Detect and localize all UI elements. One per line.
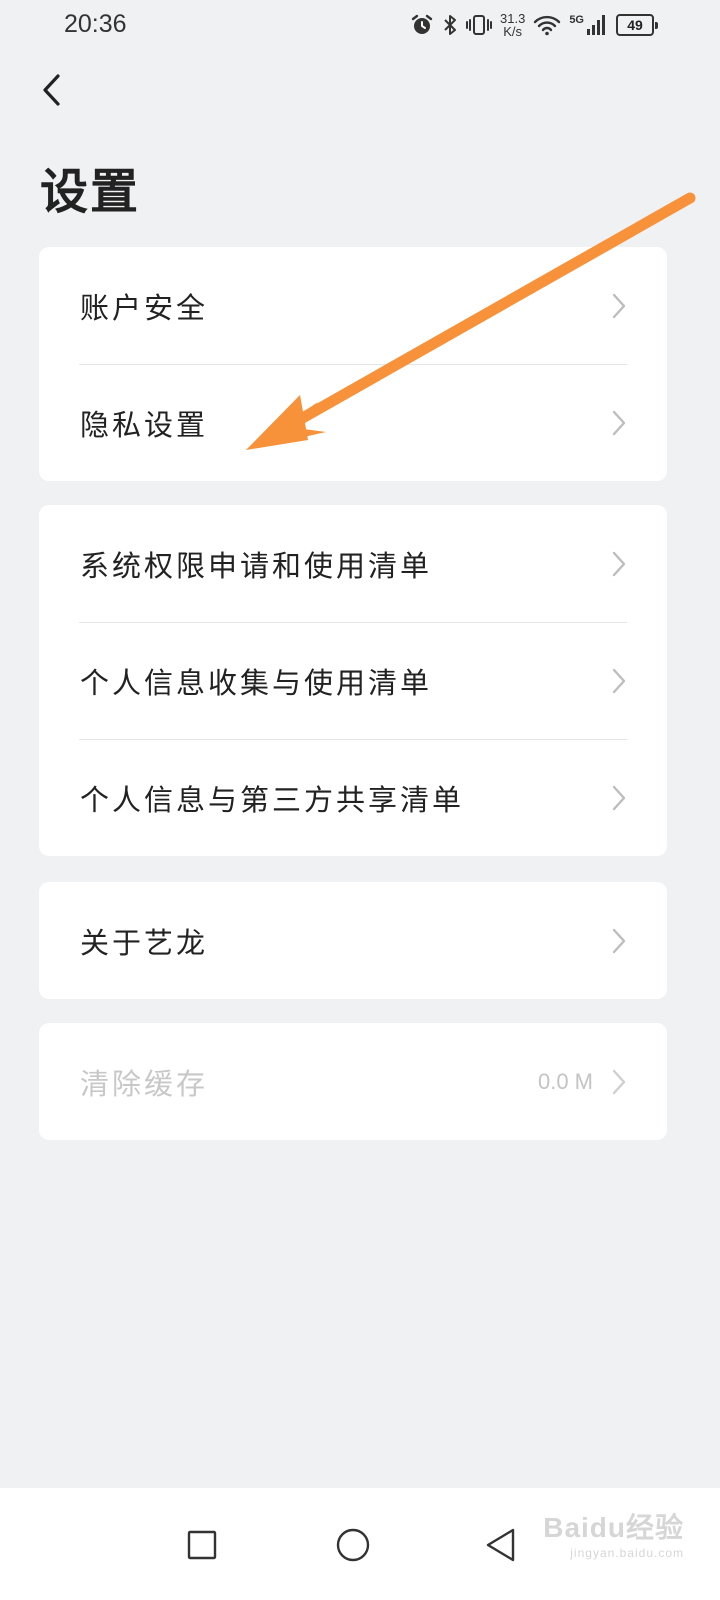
settings-group-account: 账户安全 隐私设置 — [39, 247, 667, 481]
chevron-right-icon — [612, 410, 626, 435]
item-label: 关于艺龙 — [80, 925, 209, 960]
settings-group-lists: 系统权限申请和使用清单 个人信息收集与使用清单 个人信息与第三方共享清单 — [39, 505, 667, 856]
signal-label: 5G — [569, 14, 584, 26]
status-icons: 31.3 K/s 5G 49 — [410, 8, 658, 42]
home-icon — [336, 1528, 370, 1562]
settings-group-about: 关于艺龙 — [39, 882, 667, 999]
battery-icon: 49 — [616, 14, 658, 36]
network-speed: 31.3 K/s — [500, 12, 525, 38]
vibrate-icon — [466, 15, 492, 35]
recent-apps-button[interactable] — [167, 1510, 237, 1580]
settings-screen: 20:36 31.3 K/s 5G 49 设置 账户安全 隐私设置 系统权限申请… — [0, 0, 720, 1600]
chevron-right-icon — [612, 293, 626, 318]
chevron-left-icon — [43, 74, 60, 106]
bluetooth-icon — [444, 15, 456, 35]
item-label: 个人信息与第三方共享清单 — [80, 782, 465, 817]
chevron-right-icon — [612, 785, 626, 810]
third-party-sharing-list-item[interactable]: 个人信息与第三方共享清单 — [39, 739, 667, 856]
about-item[interactable]: 关于艺龙 — [39, 882, 667, 999]
item-label: 清除缓存 — [80, 1066, 209, 1101]
item-label: 隐私设置 — [80, 407, 209, 442]
item-label: 个人信息收集与使用清单 — [80, 665, 433, 700]
privacy-settings-item[interactable]: 隐私设置 — [39, 364, 667, 481]
baidu-jingyan-watermark: Baidu经验 jingyan.baidu.com — [543, 1506, 684, 1560]
clear-cache-item[interactable]: 清除缓存 0.0 M — [39, 1023, 667, 1140]
personal-info-collection-list-item[interactable]: 个人信息收集与使用清单 — [39, 622, 667, 739]
page-title: 设置 — [40, 164, 141, 220]
alarm-icon — [411, 14, 433, 34]
wifi-icon — [534, 15, 561, 36]
network-speed-unit: K/s — [503, 24, 523, 39]
status-time: 20:36 — [64, 10, 127, 38]
watermark-logo: Baidu经验 — [543, 1512, 684, 1543]
chevron-right-icon — [612, 551, 626, 576]
settings-group-cache: 清除缓存 0.0 M — [39, 1023, 667, 1140]
navigation-bar: Baidu经验 jingyan.baidu.com — [0, 1488, 720, 1600]
cellular-signal-icon: 5G — [569, 14, 608, 36]
chevron-right-icon — [612, 1069, 626, 1094]
back-button[interactable] — [28, 66, 76, 114]
recent-apps-icon — [187, 1530, 217, 1560]
account-security-item[interactable]: 账户安全 — [39, 247, 667, 364]
system-permissions-list-item[interactable]: 系统权限申请和使用清单 — [39, 505, 667, 622]
back-triangle-icon — [486, 1528, 515, 1562]
system-back-button[interactable] — [466, 1510, 536, 1580]
cache-size-value: 0.0 M — [537, 1068, 593, 1094]
item-label: 账户安全 — [80, 290, 209, 325]
home-button[interactable] — [318, 1510, 388, 1580]
item-label: 系统权限申请和使用清单 — [80, 548, 433, 583]
chevron-right-icon — [612, 928, 626, 953]
watermark-url: jingyan.baidu.com — [570, 1546, 684, 1560]
status-bar: 20:36 31.3 K/s 5G 49 — [0, 0, 720, 50]
chevron-right-icon — [612, 668, 626, 693]
